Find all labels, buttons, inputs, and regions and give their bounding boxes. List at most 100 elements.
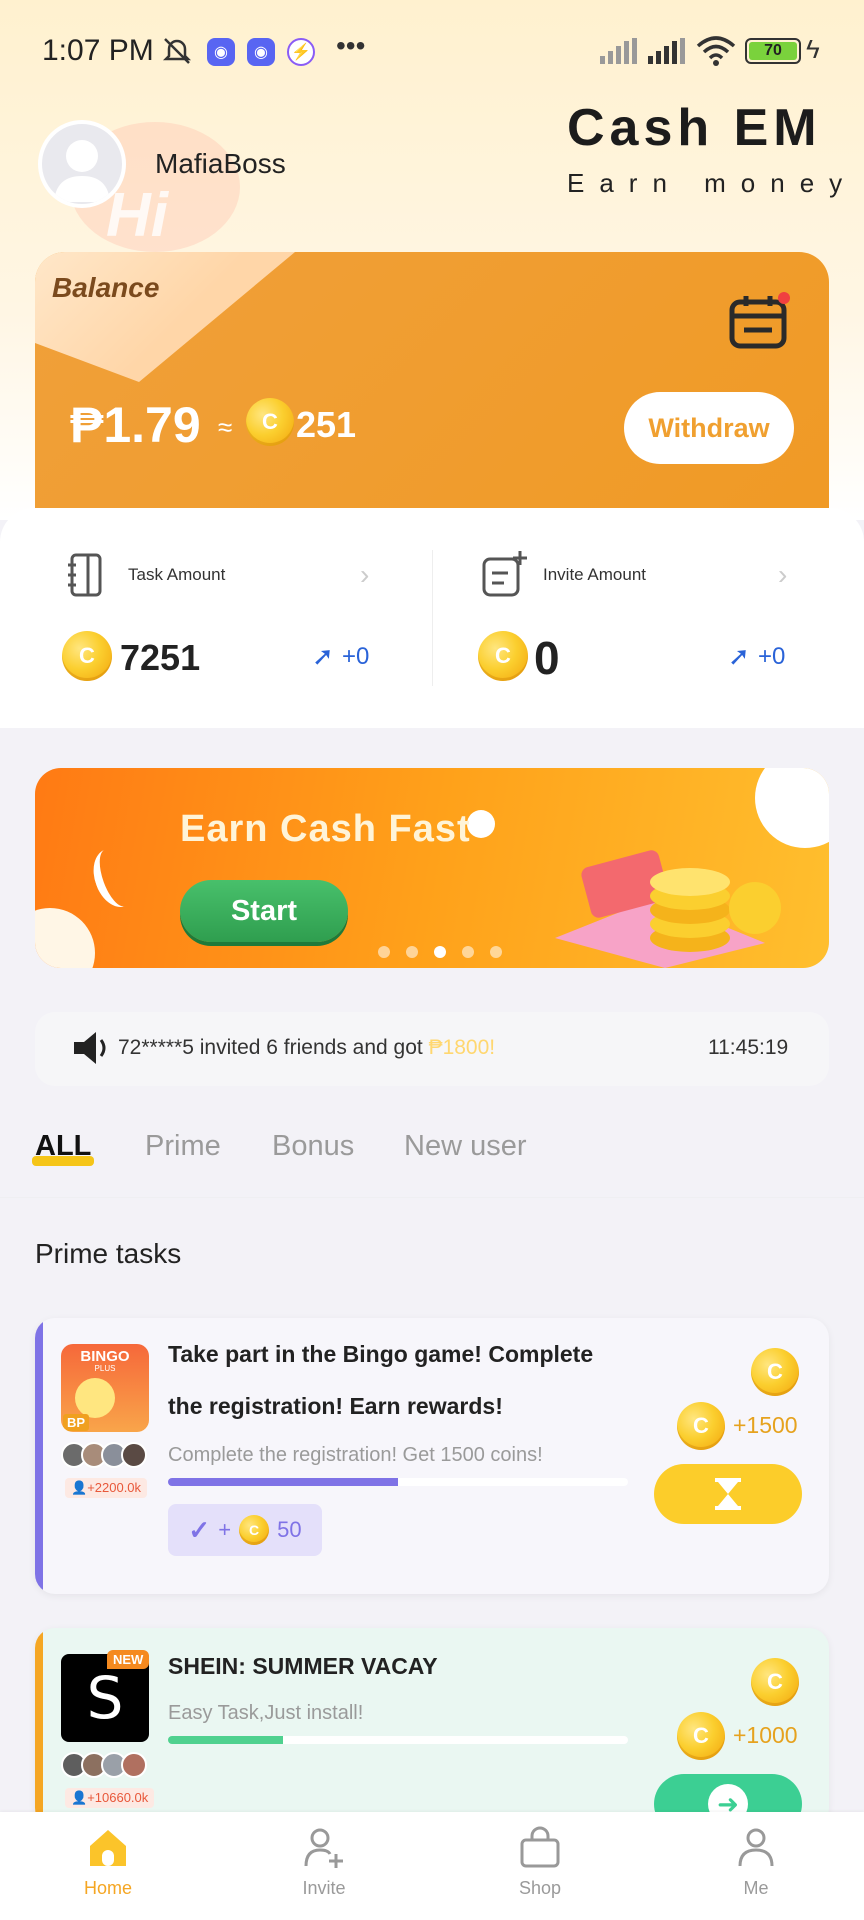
arrow-up-icon: ➚ <box>312 641 334 671</box>
coin-icon: C <box>751 1348 799 1396</box>
notice-message: 72*****5 invited 6 friends and got <box>118 1036 429 1059</box>
discord-icon: ◉ <box>247 38 275 66</box>
notice-time: 11:45:19 <box>708 1036 789 1059</box>
app-icon-sublabel: PLUS <box>94 1364 116 1373</box>
task-amount-value: 7251 <box>120 637 201 678</box>
app-icon-badge: BP <box>63 1414 90 1431</box>
task-amount-increase: +0 <box>342 643 370 670</box>
tab-all[interactable]: ALL <box>35 1130 91 1163</box>
banner-title: Earn Cash Fast <box>180 808 471 850</box>
brand-subtitle: Earn money <box>567 168 858 198</box>
money-illustration <box>535 828 795 968</box>
notice-text: 72*****5 invited 6 friends and got ₱1800… <box>118 1036 495 1060</box>
promo-banner[interactable] <box>35 768 829 968</box>
notice-reward: ₱1800! <box>428 1036 496 1059</box>
nav-home[interactable]: Home <box>0 1812 216 1920</box>
arrow-up-icon: ➚ <box>728 641 750 671</box>
check-icon: ✓ <box>188 1514 211 1545</box>
charging-icon: ϟ <box>806 34 820 64</box>
app-icon-label: S <box>86 1664 124 1732</box>
add-user-icon <box>304 1828 343 1868</box>
coin-icon: C <box>478 631 528 681</box>
invite-amount-card[interactable]: Invite Amount › C 0 ➚ +0 <box>432 545 864 695</box>
username: MafiaBoss <box>155 148 286 179</box>
brand-title: Cash EM <box>567 99 822 157</box>
bonus-value: 50 <box>277 1517 302 1542</box>
nav-label: Home <box>83 1878 132 1898</box>
task-amount-label: Task Amount <box>128 565 226 584</box>
home-icon <box>90 1830 126 1866</box>
avatar[interactable] <box>38 120 126 208</box>
battery-level: 70 <box>749 42 797 60</box>
speaker-icon <box>72 1030 112 1071</box>
hourglass-icon <box>715 1478 741 1510</box>
pagination-dot[interactable] <box>490 946 502 958</box>
nav-invite[interactable]: Invite <box>216 1812 432 1920</box>
balance-coins: 251 <box>296 404 357 445</box>
participant-avatars <box>61 1752 147 1778</box>
participant-count: 👤+2200.0k <box>65 1478 148 1498</box>
chevron-right-icon: › <box>778 559 788 590</box>
discord-icon: ◉ <box>207 38 235 66</box>
start-button[interactable]: Start <box>180 880 348 942</box>
participant-count: 👤+10660.0k <box>65 1788 155 1808</box>
messenger-icon: ⚡ <box>287 38 315 66</box>
coin-icon: C <box>677 1712 725 1760</box>
app-icon-label: BINGO <box>80 1348 130 1365</box>
task-title-line2: the registration! Earn rewards! <box>168 1393 503 1419</box>
bottom-nav: Home Invite Shop Me <box>0 1812 864 1920</box>
task-subtitle: Complete the registration! Get 1500 coin… <box>168 1444 543 1466</box>
tab-new-user[interactable]: New user <box>404 1130 527 1163</box>
wifi-icon <box>696 36 736 71</box>
section-title: Prime tasks <box>35 1238 182 1269</box>
invite-amount-increase: +0 <box>758 643 786 670</box>
task-notebook-icon <box>66 553 106 602</box>
nav-label: Invite <box>302 1878 346 1898</box>
pagination-dot[interactable] <box>462 946 474 958</box>
task-subtitle: Easy Task,Just install! <box>168 1702 364 1724</box>
participant-count-value: +2200.0k <box>87 1480 142 1495</box>
more-notifications-icon: ••• <box>336 30 366 61</box>
chevron-right-icon: › <box>360 559 370 590</box>
user-icon <box>738 1828 774 1867</box>
task-title-line1: Take part in the Bingo game! Complete <box>168 1341 594 1367</box>
pagination-dot[interactable] <box>378 946 390 958</box>
task-pending-button[interactable] <box>654 1464 802 1524</box>
nav-shop[interactable]: Shop <box>432 1812 648 1920</box>
participant-count-value: +10660.0k <box>87 1790 149 1805</box>
invite-note-icon <box>482 549 528 602</box>
task-amount-card[interactable]: Task Amount › C 7251 ➚ +0 <box>0 545 432 695</box>
banner-pagination <box>378 946 502 958</box>
status-time: 1:07 PM <box>42 34 154 67</box>
bingo-app-icon: BINGO PLUS BP <box>61 1344 149 1432</box>
coin-icon: C <box>677 1402 725 1450</box>
task-progress <box>168 1736 628 1744</box>
balance-amount: ₱1.79 <box>70 397 201 453</box>
mute-icon <box>160 34 194 73</box>
task-title: SHEIN: SUMMER VACAY <box>168 1653 438 1679</box>
task-progress-fill <box>168 1478 398 1486</box>
pagination-dot-active[interactable] <box>434 946 446 958</box>
bonus-plus: + <box>218 1517 232 1542</box>
new-badge: NEW <box>107 1650 150 1669</box>
bonus-badge: ✓ + C 50 <box>168 1504 322 1556</box>
task-reward: +1000 <box>733 1722 798 1748</box>
pagination-dot[interactable] <box>406 946 418 958</box>
coin-icon: C <box>751 1658 799 1706</box>
coin-icon: C <box>62 631 112 681</box>
tab-prime[interactable]: Prime <box>145 1130 221 1163</box>
withdraw-button[interactable]: Withdraw <box>624 392 794 464</box>
task-card[interactable]: BINGO PLUS BP 👤+2200.0k Take part in the… <box>35 1318 829 1594</box>
task-progress-fill <box>168 1736 283 1744</box>
invite-amount-value: 0 <box>534 632 560 684</box>
nav-me[interactable]: Me <box>648 1812 864 1920</box>
task-card[interactable]: S NEW 👤+10660.0k SHEIN: SUMMER VACAY Eas… <box>35 1628 829 1828</box>
shopping-bag-icon <box>520 1826 560 1868</box>
task-progress <box>168 1478 628 1486</box>
nav-label: Shop <box>518 1878 562 1898</box>
invite-amount-label: Invite Amount <box>543 565 647 584</box>
calendar-icon[interactable] <box>728 292 790 350</box>
signal-icon <box>600 38 640 69</box>
tab-bonus[interactable]: Bonus <box>272 1130 354 1163</box>
coin-icon: C <box>239 1515 270 1545</box>
